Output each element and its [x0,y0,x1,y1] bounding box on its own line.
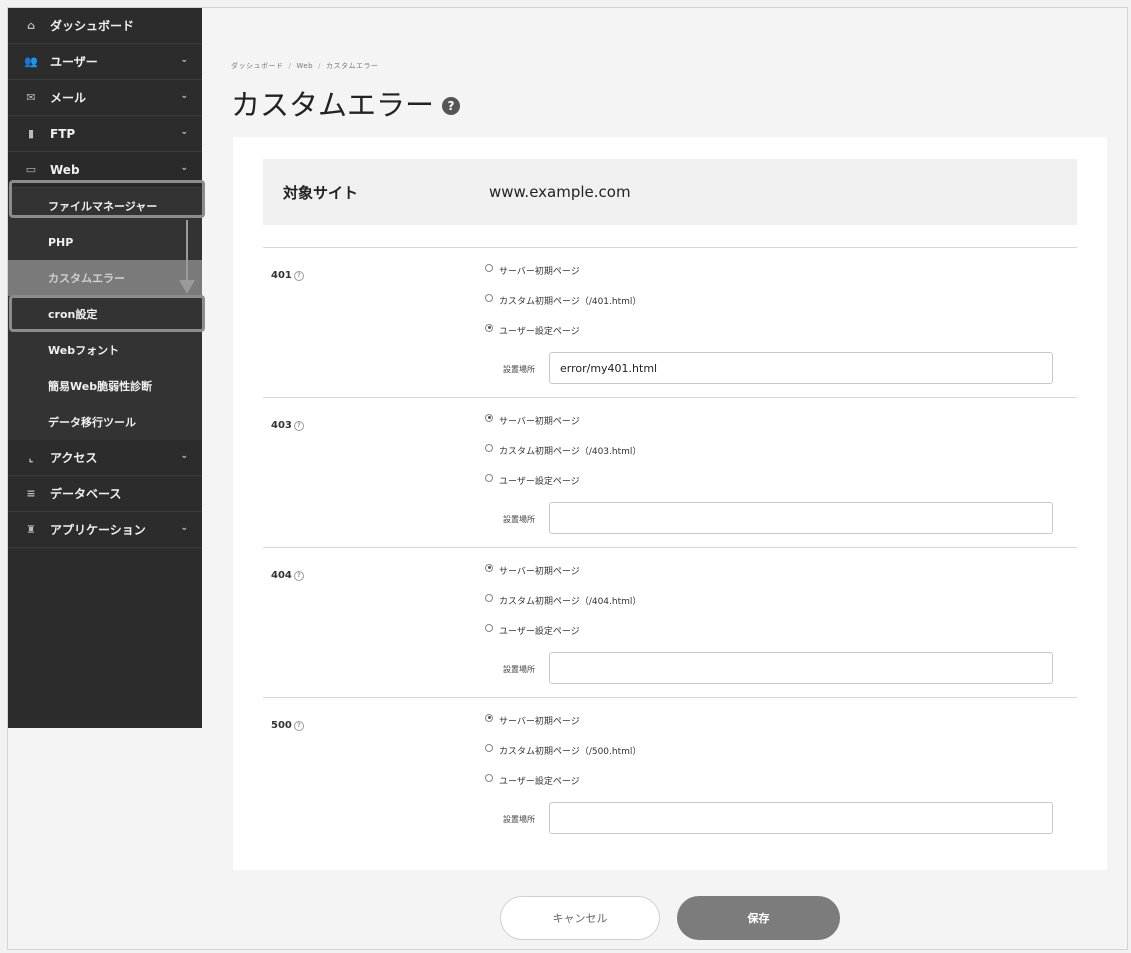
save-button[interactable]: 保存 [677,896,840,940]
radio-button[interactable] [485,263,493,272]
chart-icon: ⌞ [28,451,34,464]
sidebar-subitem-data-migration[interactable]: データ移行ツール [8,404,202,440]
help-icon[interactable]: ? [293,720,304,731]
sidebar: ⌂ ダッシュボード 👥 ユーザー ⌄ ✉ メール ⌄ ▮ FTP ⌄ ▭ Web… [8,8,202,728]
sidebar-item-label: アプリケーション [50,523,146,537]
location-input[interactable]: error/my401.html [549,352,1053,384]
sidebar-subitem-php[interactable]: PHP [8,224,202,260]
radio-option-server-default[interactable]: サーバー初期ページ [485,563,580,577]
location-label: 設置場所 [503,815,535,824]
chevron-down-icon: ⌄ [180,127,188,137]
radio-option-server-default[interactable]: サーバー初期ページ [485,413,580,427]
radio-button[interactable] [485,293,493,302]
page-title: カスタムエラー [231,88,435,122]
web-highlight-box [9,180,205,218]
breadcrumb: ダッシュボード / Web / カスタムエラー [231,62,379,70]
home-icon: ⌂ [27,19,35,32]
window-icon: ▭ [25,163,37,176]
target-site-row: 対象サイト www.example.com [263,159,1077,225]
chevron-down-icon: ⌄ [180,91,188,101]
radio-button[interactable] [485,773,493,782]
users-icon: 👥 [24,55,38,68]
sidebar-item-users[interactable]: 👥 ユーザー ⌄ [8,44,202,80]
radio-button-selected[interactable] [485,713,493,722]
chevron-down-icon: ⌄ [180,163,188,173]
location-input[interactable] [549,802,1053,834]
radio-button-selected[interactable] [485,413,493,422]
sidebar-item-applications[interactable]: ♜ アプリケーション ⌄ [8,512,202,548]
breadcrumb-item[interactable]: ダッシュボード [231,62,284,70]
radio-button-selected[interactable] [485,563,493,572]
cancel-button[interactable]: キャンセル [500,896,660,940]
breadcrumb-item[interactable]: Web [296,62,313,70]
sidebar-item-label: アクセス [50,451,98,465]
sidebar-item-label: データベース [50,487,122,501]
sidebar-item-mail[interactable]: ✉ メール ⌄ [8,80,202,116]
sidebar-item-label: ユーザー [50,55,98,69]
error-code-label: 500? [271,720,304,731]
sidebar-item-database[interactable]: ≡ データベース [8,476,202,512]
radio-option-server-default[interactable]: サーバー初期ページ [485,263,580,277]
app-icon: ♜ [26,523,36,536]
database-icon: ≡ [26,487,36,500]
location-label: 設置場所 [503,665,535,674]
error-section-403: 403? サーバー初期ページ カスタム初期ページ（/403.html） ユーザー… [263,397,1077,548]
radio-button[interactable] [485,443,493,452]
radio-button[interactable] [485,473,493,482]
sidebar-item-ftp[interactable]: ▮ FTP ⌄ [8,116,202,152]
target-site-label: 対象サイト [283,183,359,202]
error-section-404: 404? サーバー初期ページ カスタム初期ページ（/404.html） ユーザー… [263,547,1077,698]
sidebar-item-label: Web [50,162,80,177]
chevron-down-icon: ⌄ [180,523,188,533]
target-site-value: www.example.com [489,183,631,201]
chevron-down-icon: ⌄ [180,451,188,461]
help-icon[interactable]: ? [293,270,304,281]
sidebar-item-access[interactable]: ⌞ アクセス ⌄ [8,440,202,476]
radio-option-custom-default[interactable]: カスタム初期ページ（/404.html） [485,593,641,607]
radio-button[interactable] [485,623,493,632]
page-title-row: カスタムエラー ? [231,82,461,124]
sidebar-item-label: ダッシュボード [50,19,135,33]
arrow-down-icon [179,280,195,294]
location-label: 設置場所 [503,515,535,524]
sidebar-item-label: メール [50,91,87,105]
location-label: 設置場所 [503,365,535,374]
radio-option-user-page[interactable]: ユーザー設定ページ [485,323,580,337]
radio-option-custom-default[interactable]: カスタム初期ページ（/500.html） [485,743,641,757]
help-icon[interactable]: ? [293,570,304,581]
help-icon[interactable]: ? [293,420,304,431]
radio-option-user-page[interactable]: ユーザー設定ページ [485,473,580,487]
radio-option-server-default[interactable]: サーバー初期ページ [485,713,580,727]
sidebar-item-dashboard[interactable]: ⌂ ダッシュボード [8,8,202,44]
error-code-label: 403? [271,420,304,431]
radio-option-custom-default[interactable]: カスタム初期ページ（/403.html） [485,443,641,457]
error-code-label: 404? [271,570,304,581]
radio-option-custom-default[interactable]: カスタム初期ページ（/401.html） [485,293,641,307]
annotation-arrow-line [186,220,188,286]
radio-option-user-page[interactable]: ユーザー設定ページ [485,773,580,787]
file-icon: ▮ [27,127,35,140]
location-input[interactable] [549,502,1053,534]
chevron-down-icon: ⌄ [180,55,188,65]
radio-button[interactable] [485,743,493,752]
radio-button[interactable] [485,593,493,602]
sidebar-subitem-vuln-scan[interactable]: 簡易Web脆弱性診断 [8,368,202,404]
sidebar-subitem-webfont[interactable]: Webフォント [8,332,202,368]
breadcrumb-item: カスタムエラー [325,62,379,70]
sidebar-item-label: FTP [50,126,76,141]
radio-button-selected[interactable] [485,323,493,332]
error-code-label: 401? [271,270,304,281]
error-section-500: 500? サーバー初期ページ カスタム初期ページ（/500.html） ユーザー… [263,697,1077,848]
sidebar-subitem-custom-error[interactable]: カスタムエラー [8,260,202,296]
mail-icon: ✉ [26,91,36,104]
location-input[interactable] [549,652,1053,684]
help-icon[interactable]: ? [442,96,461,115]
error-section-401: 401? サーバー初期ページ カスタム初期ページ（/401.html） ユーザー… [263,247,1077,398]
radio-option-user-page[interactable]: ユーザー設定ページ [485,623,580,637]
settings-card: 対象サイト www.example.com 401? サーバー初期ページ カスタ… [233,137,1107,870]
custom-error-highlight-box [9,295,205,332]
